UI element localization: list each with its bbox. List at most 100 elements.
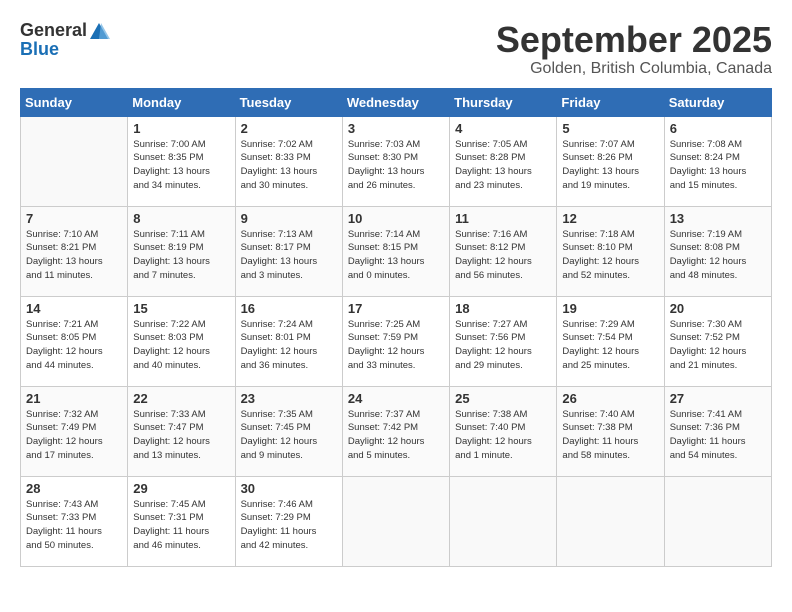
day-info: Sunrise: 7:30 AM Sunset: 7:52 PM Dayligh… — [670, 318, 766, 373]
calendar-cell — [450, 476, 557, 566]
day-info: Sunrise: 7:02 AM Sunset: 8:33 PM Dayligh… — [241, 138, 337, 193]
day-info: Sunrise: 7:24 AM Sunset: 8:01 PM Dayligh… — [241, 318, 337, 373]
day-info: Sunrise: 7:29 AM Sunset: 7:54 PM Dayligh… — [562, 318, 658, 373]
day-info: Sunrise: 7:00 AM Sunset: 8:35 PM Dayligh… — [133, 138, 229, 193]
day-number: 5 — [562, 121, 658, 136]
calendar-cell: 23 Sunrise: 7:35 AM Sunset: 7:45 PM Dayli… — [235, 386, 342, 476]
calendar-cell: 14 Sunrise: 7:21 AM Sunset: 8:05 PM Dayli… — [21, 296, 128, 386]
calendar-cell: 8 Sunrise: 7:11 AM Sunset: 8:19 PM Daylig… — [128, 206, 235, 296]
calendar-cell: 9 Sunrise: 7:13 AM Sunset: 8:17 PM Daylig… — [235, 206, 342, 296]
weekday-header-saturday: Saturday — [664, 88, 771, 116]
day-number: 19 — [562, 301, 658, 316]
day-number: 4 — [455, 121, 551, 136]
calendar-cell: 4 Sunrise: 7:05 AM Sunset: 8:28 PM Daylig… — [450, 116, 557, 206]
day-info: Sunrise: 7:45 AM Sunset: 7:31 PM Dayligh… — [133, 498, 229, 553]
calendar-cell: 7 Sunrise: 7:10 AM Sunset: 8:21 PM Daylig… — [21, 206, 128, 296]
day-number: 8 — [133, 211, 229, 226]
calendar-week-4: 21 Sunrise: 7:32 AM Sunset: 7:49 PM Dayli… — [21, 386, 772, 476]
calendar-cell — [342, 476, 449, 566]
day-number: 27 — [670, 391, 766, 406]
day-info: Sunrise: 7:22 AM Sunset: 8:03 PM Dayligh… — [133, 318, 229, 373]
day-number: 26 — [562, 391, 658, 406]
day-number: 23 — [241, 391, 337, 406]
title-area: September 2025 Golden, British Columbia,… — [496, 20, 772, 78]
calendar-cell: 18 Sunrise: 7:27 AM Sunset: 7:56 PM Dayli… — [450, 296, 557, 386]
calendar-cell: 15 Sunrise: 7:22 AM Sunset: 8:03 PM Dayli… — [128, 296, 235, 386]
calendar-week-1: 1 Sunrise: 7:00 AM Sunset: 8:35 PM Daylig… — [21, 116, 772, 206]
calendar-cell: 10 Sunrise: 7:14 AM Sunset: 8:15 PM Dayli… — [342, 206, 449, 296]
day-info: Sunrise: 7:33 AM Sunset: 7:47 PM Dayligh… — [133, 408, 229, 463]
day-number: 3 — [348, 121, 444, 136]
day-info: Sunrise: 7:08 AM Sunset: 8:24 PM Dayligh… — [670, 138, 766, 193]
weekday-header-row: SundayMondayTuesdayWednesdayThursdayFrid… — [21, 88, 772, 116]
day-info: Sunrise: 7:13 AM Sunset: 8:17 PM Dayligh… — [241, 228, 337, 283]
calendar-cell: 2 Sunrise: 7:02 AM Sunset: 8:33 PM Daylig… — [235, 116, 342, 206]
day-number: 13 — [670, 211, 766, 226]
day-info: Sunrise: 7:25 AM Sunset: 7:59 PM Dayligh… — [348, 318, 444, 373]
day-info: Sunrise: 7:07 AM Sunset: 8:26 PM Dayligh… — [562, 138, 658, 193]
day-number: 29 — [133, 481, 229, 496]
day-number: 28 — [26, 481, 122, 496]
day-number: 14 — [26, 301, 122, 316]
weekday-header-wednesday: Wednesday — [342, 88, 449, 116]
day-number: 10 — [348, 211, 444, 226]
calendar-week-3: 14 Sunrise: 7:21 AM Sunset: 8:05 PM Dayli… — [21, 296, 772, 386]
weekday-header-sunday: Sunday — [21, 88, 128, 116]
day-number: 30 — [241, 481, 337, 496]
calendar-cell: 16 Sunrise: 7:24 AM Sunset: 8:01 PM Dayli… — [235, 296, 342, 386]
day-info: Sunrise: 7:38 AM Sunset: 7:40 PM Dayligh… — [455, 408, 551, 463]
day-number: 16 — [241, 301, 337, 316]
day-info: Sunrise: 7:32 AM Sunset: 7:49 PM Dayligh… — [26, 408, 122, 463]
day-number: 25 — [455, 391, 551, 406]
day-number: 12 — [562, 211, 658, 226]
calendar-cell — [664, 476, 771, 566]
calendar-cell: 27Sunrise: 7:41 AM Sunset: 7:36 PM Dayli… — [664, 386, 771, 476]
day-number: 20 — [670, 301, 766, 316]
day-info: Sunrise: 7:43 AM Sunset: 7:33 PM Dayligh… — [26, 498, 122, 553]
weekday-header-tuesday: Tuesday — [235, 88, 342, 116]
calendar-cell: 12 Sunrise: 7:18 AM Sunset: 8:10 PM Dayli… — [557, 206, 664, 296]
weekday-header-friday: Friday — [557, 88, 664, 116]
calendar-cell: 24 Sunrise: 7:37 AM Sunset: 7:42 PM Dayli… — [342, 386, 449, 476]
calendar-cell: 25 Sunrise: 7:38 AM Sunset: 7:40 PM Dayli… — [450, 386, 557, 476]
day-info: Sunrise: 7:10 AM Sunset: 8:21 PM Dayligh… — [26, 228, 122, 283]
day-info: Sunrise: 7:19 AM Sunset: 8:08 PM Dayligh… — [670, 228, 766, 283]
day-number: 6 — [670, 121, 766, 136]
calendar-table: SundayMondayTuesdayWednesdayThursdayFrid… — [20, 88, 772, 567]
day-number: 15 — [133, 301, 229, 316]
day-info: Sunrise: 7:27 AM Sunset: 7:56 PM Dayligh… — [455, 318, 551, 373]
day-number: 21 — [26, 391, 122, 406]
calendar-cell: 6 Sunrise: 7:08 AM Sunset: 8:24 PM Daylig… — [664, 116, 771, 206]
weekday-header-monday: Monday — [128, 88, 235, 116]
day-info: Sunrise: 7:05 AM Sunset: 8:28 PM Dayligh… — [455, 138, 551, 193]
day-number: 22 — [133, 391, 229, 406]
page-header: General Blue September 2025 Golden, Brit… — [20, 20, 772, 78]
calendar-cell: 17Sunrise: 7:25 AM Sunset: 7:59 PM Dayli… — [342, 296, 449, 386]
day-info: Sunrise: 7:37 AM Sunset: 7:42 PM Dayligh… — [348, 408, 444, 463]
day-info: Sunrise: 7:21 AM Sunset: 8:05 PM Dayligh… — [26, 318, 122, 373]
weekday-header-thursday: Thursday — [450, 88, 557, 116]
day-number: 2 — [241, 121, 337, 136]
calendar-cell: 21 Sunrise: 7:32 AM Sunset: 7:49 PM Dayli… — [21, 386, 128, 476]
day-number: 18 — [455, 301, 551, 316]
day-number: 24 — [348, 391, 444, 406]
day-info: Sunrise: 7:11 AM Sunset: 8:19 PM Dayligh… — [133, 228, 229, 283]
day-info: Sunrise: 7:14 AM Sunset: 8:15 PM Dayligh… — [348, 228, 444, 283]
logo-general: General — [20, 20, 87, 40]
calendar-cell: 5 Sunrise: 7:07 AM Sunset: 8:26 PM Daylig… — [557, 116, 664, 206]
day-number: 11 — [455, 211, 551, 226]
calendar-cell — [21, 116, 128, 206]
calendar-cell: 20 Sunrise: 7:30 AM Sunset: 7:52 PM Dayli… — [664, 296, 771, 386]
calendar-cell — [557, 476, 664, 566]
calendar-cell: 19 Sunrise: 7:29 AM Sunset: 7:54 PM Dayli… — [557, 296, 664, 386]
day-number: 7 — [26, 211, 122, 226]
day-info: Sunrise: 7:18 AM Sunset: 8:10 PM Dayligh… — [562, 228, 658, 283]
day-number: 9 — [241, 211, 337, 226]
day-info: Sunrise: 7:35 AM Sunset: 7:45 PM Dayligh… — [241, 408, 337, 463]
calendar-week-2: 7 Sunrise: 7:10 AM Sunset: 8:21 PM Daylig… — [21, 206, 772, 296]
calendar-week-5: 28 Sunrise: 7:43 AM Sunset: 7:33 PM Dayli… — [21, 476, 772, 566]
day-info: Sunrise: 7:46 AM Sunset: 7:29 PM Dayligh… — [241, 498, 337, 553]
day-number: 1 — [133, 121, 229, 136]
calendar-cell: 28 Sunrise: 7:43 AM Sunset: 7:33 PM Dayli… — [21, 476, 128, 566]
day-info: Sunrise: 7:16 AM Sunset: 8:12 PM Dayligh… — [455, 228, 551, 283]
